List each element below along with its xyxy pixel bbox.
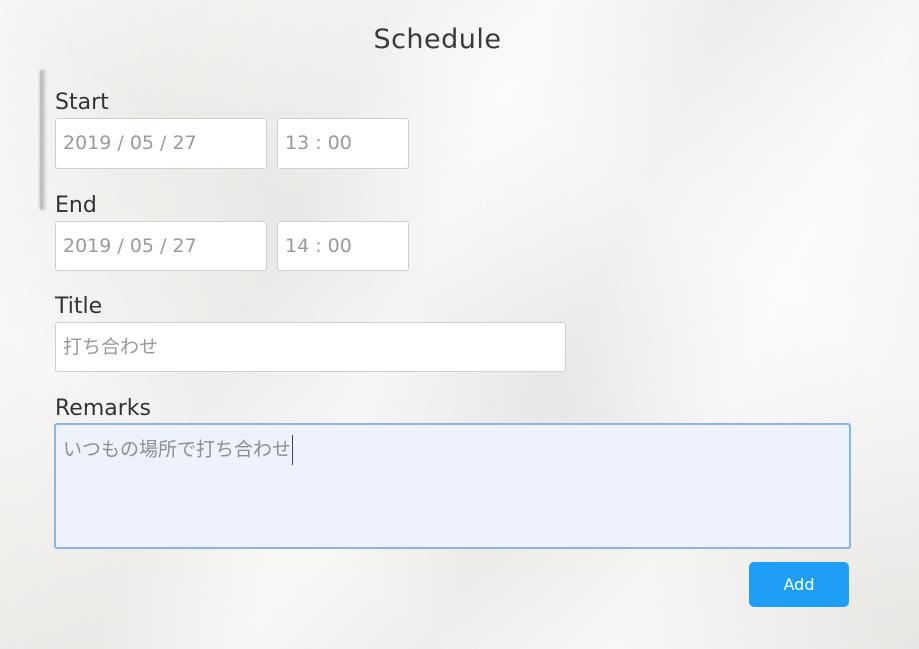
start-time-input[interactable]: 13 : 00 — [277, 118, 409, 169]
end-label: End — [55, 193, 97, 218]
text-caret — [292, 435, 294, 465]
page-title: Schedule — [373, 24, 502, 55]
add-button[interactable]: Add — [749, 562, 849, 607]
title-label: Title — [55, 294, 103, 319]
paper-shadow — [40, 70, 48, 210]
start-label: Start — [55, 90, 109, 115]
start-date-input[interactable]: 2019 / 05 / 27 — [55, 118, 267, 169]
remarks-textarea[interactable]: いつもの場所で打ち合わせ — [54, 423, 851, 549]
remarks-label: Remarks — [55, 396, 151, 421]
remarks-text: いつもの場所で打ち合わせ — [63, 438, 292, 461]
end-time-input[interactable]: 14 : 00 — [277, 221, 409, 271]
title-input[interactable]: 打ち合わせ — [55, 322, 566, 372]
end-date-input[interactable]: 2019 / 05 / 27 — [55, 221, 267, 271]
